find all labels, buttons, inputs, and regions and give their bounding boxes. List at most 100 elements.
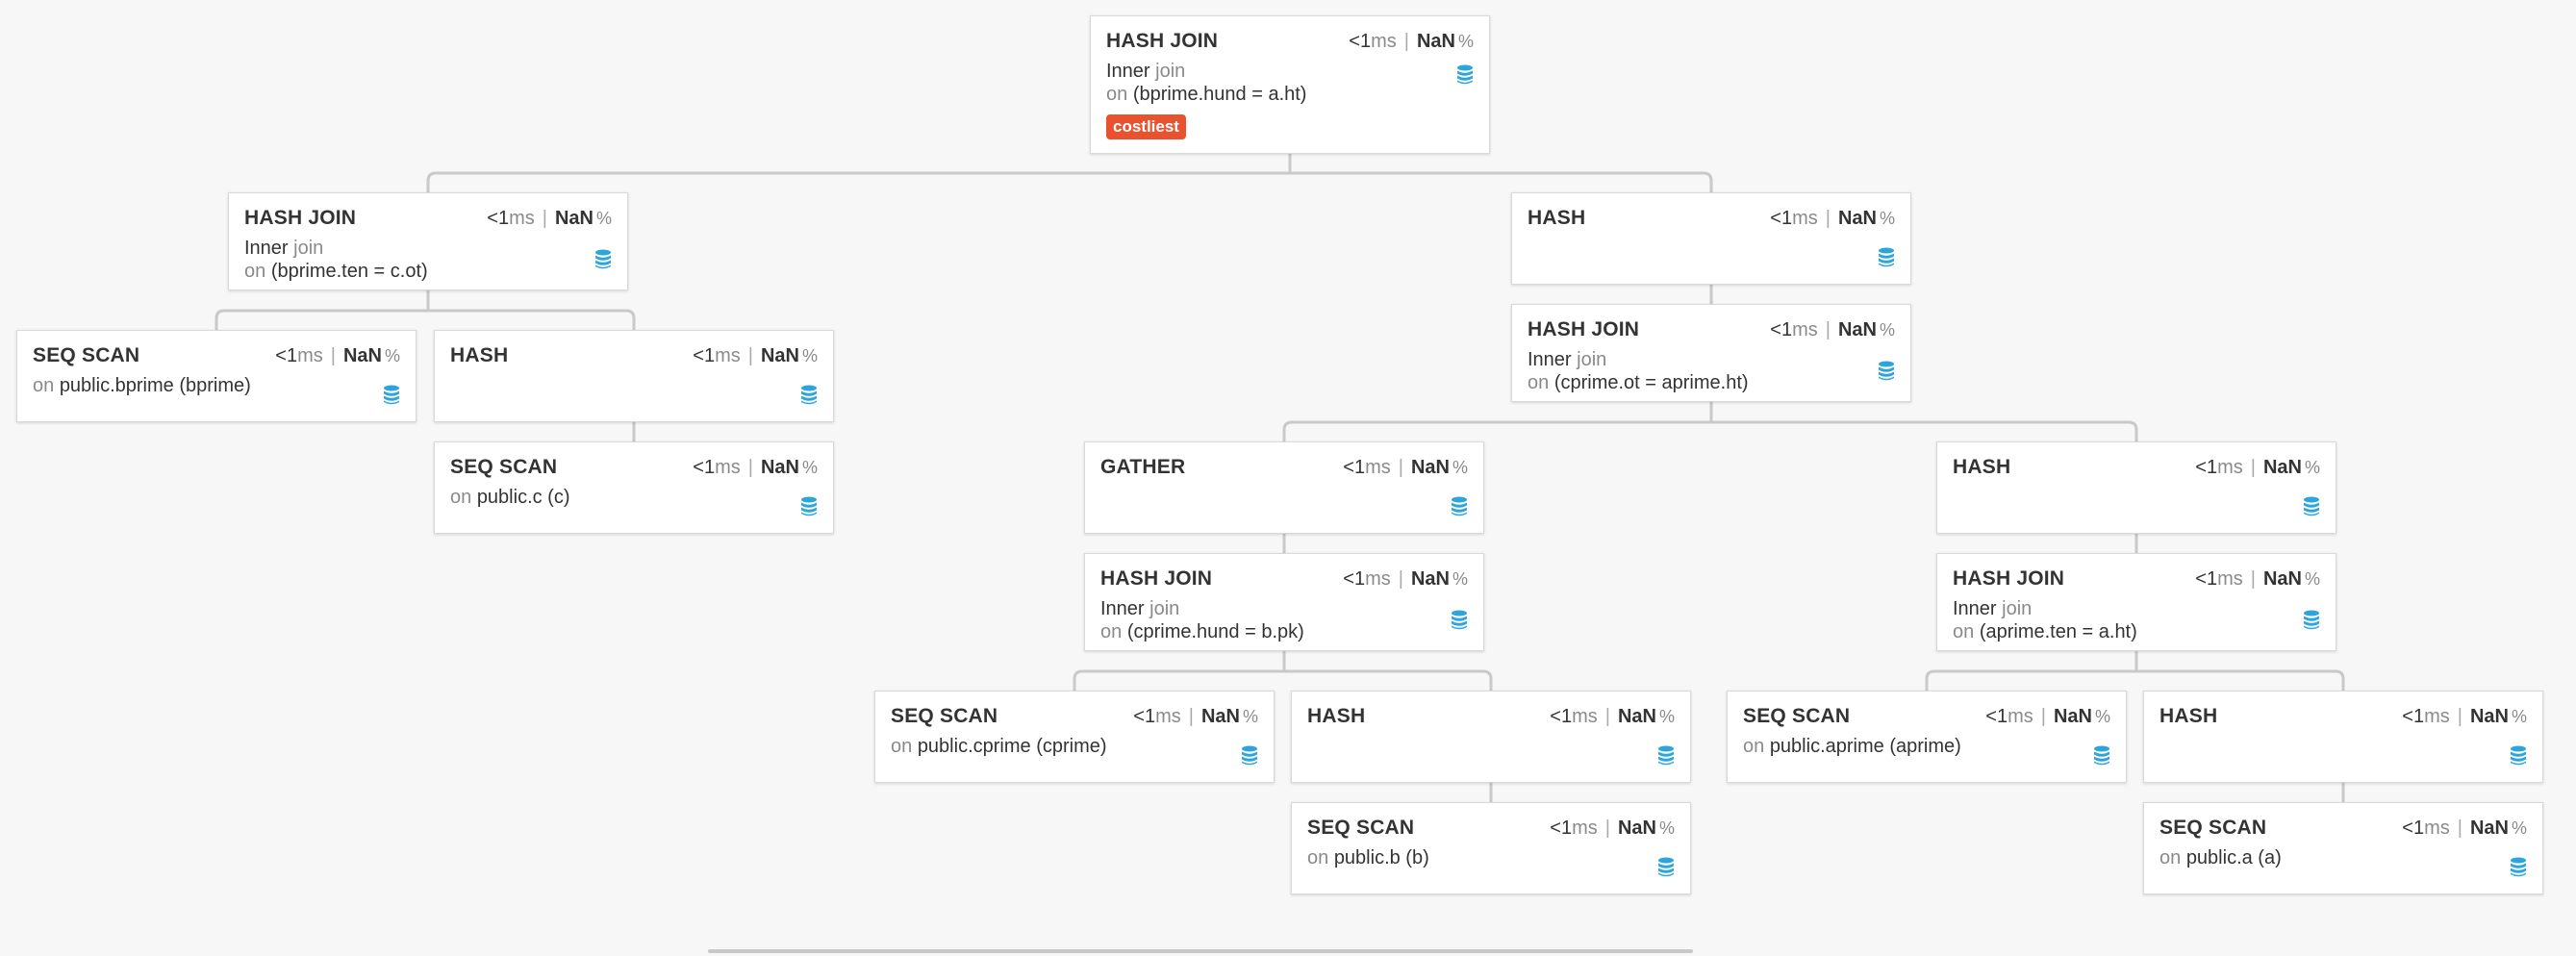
percentage-value: NaN <box>760 345 799 366</box>
database-icon[interactable] <box>2303 610 2320 635</box>
duration-value: <1 <box>693 457 716 478</box>
plan-node-hash-join[interactable]: HASH JOIN <1ms | NaN% Inner join on (bprime.t… <box>228 192 628 290</box>
relation-line: on public.cprime (cprime) <box>891 736 1258 757</box>
percentage-unit: % <box>1457 32 1474 51</box>
metrics-separator: | <box>1398 457 1403 478</box>
database-icon[interactable] <box>383 385 400 410</box>
plan-node-hash-join[interactable]: HASH JOIN <1ms | NaN% Inner join on (cprime.h… <box>1084 553 1484 651</box>
on-word: on <box>2159 847 2182 868</box>
metrics-separator: | <box>1825 319 1831 340</box>
join-type: Inner <box>244 238 289 259</box>
database-icon[interactable] <box>2510 857 2527 882</box>
plan-node-hash[interactable]: HASH <1ms | NaN% <box>1291 691 1691 783</box>
percentage-value: NaN <box>760 457 799 478</box>
join-condition: (bprime.hund = a.ht) <box>1132 84 1307 105</box>
database-icon[interactable] <box>2093 745 2110 770</box>
percentage-unit: % <box>801 346 818 365</box>
database-icon[interactable] <box>1451 610 1468 635</box>
plan-node-hash-join[interactable]: HASH JOIN <1ms | NaN% Inner join on (cprime.o… <box>1511 304 1911 402</box>
relation-name: public.cprime (cprime) <box>917 736 1107 757</box>
edge-connector <box>1282 402 2138 441</box>
database-icon[interactable] <box>1657 857 1675 882</box>
plan-node-hash[interactable]: HASH <1ms | NaN% <box>2143 691 2543 783</box>
metrics-separator: | <box>2457 818 2462 839</box>
plan-node-seq-scan[interactable]: SEQ SCAN <1ms | NaN% on public.a (a) <box>2143 802 2543 894</box>
node-metrics: <1ms | NaN% <box>2195 568 2320 591</box>
costliest-badge: costliest <box>1106 114 1186 139</box>
duration-value: <1 <box>1343 457 1366 478</box>
node-metrics: <1ms | NaN% <box>487 208 612 230</box>
plan-node-seq-scan[interactable]: SEQ SCAN <1ms | NaN% on public.b (b) <box>1291 802 1691 894</box>
percentage-unit: % <box>1452 569 1468 589</box>
database-icon[interactable] <box>1456 64 1474 89</box>
database-icon[interactable] <box>594 249 612 274</box>
on-word: on <box>891 736 913 757</box>
duration-unit: ms <box>715 457 741 478</box>
database-icon[interactable] <box>800 496 818 521</box>
duration-value: <1 <box>275 345 298 366</box>
plan-node-seq-scan[interactable]: SEQ SCAN <1ms | NaN% on public.bprime (bprim… <box>16 330 417 422</box>
percentage-unit: % <box>2511 818 2527 838</box>
metrics-separator: | <box>1398 568 1403 590</box>
plan-node-seq-scan[interactable]: SEQ SCAN <1ms | NaN% on public.aprime (aprim… <box>1727 691 2127 783</box>
metrics-separator: | <box>747 345 753 366</box>
edge-connector <box>426 154 1713 192</box>
database-icon[interactable] <box>1241 745 1258 770</box>
join-type: Inner <box>1953 598 1997 619</box>
database-icon[interactable] <box>1878 247 1895 272</box>
join-condition: (bprime.ten = c.ot) <box>270 261 428 282</box>
node-metrics: <1ms | NaN% <box>1770 319 1895 341</box>
duration-unit: ms <box>1572 818 1598 839</box>
plan-node-hash-join[interactable]: HASH JOIN <1ms | NaN% Inner join on (bprime.h… <box>1090 15 1490 154</box>
percentage-value: NaN <box>2469 706 2509 727</box>
on-word: on <box>1106 84 1128 105</box>
duration-value: <1 <box>1349 31 1372 52</box>
plan-node-hash-join[interactable]: HASH JOIN <1ms | NaN% Inner join on (aprime.t… <box>1936 553 2336 651</box>
plan-node-hash[interactable]: HASH <1ms | NaN% <box>434 330 834 422</box>
metrics-separator: | <box>747 457 753 478</box>
node-header: HASH JOIN <1ms | NaN% <box>1528 318 1895 341</box>
plan-node-hash[interactable]: HASH <1ms | NaN% <box>1511 192 1911 285</box>
node-metrics: <1ms | NaN% <box>2402 706 2527 728</box>
database-icon[interactable] <box>1451 496 1468 521</box>
percentage-value: NaN <box>1200 706 1240 727</box>
on-word: on <box>1953 621 1975 642</box>
duration-value: <1 <box>1985 706 2008 727</box>
plan-tree-canvas[interactable]: HASH JOIN <1ms | NaN% Inner join on (bprime.h… <box>0 0 2576 956</box>
plan-node-hash[interactable]: HASH <1ms | NaN% <box>1936 441 2336 534</box>
percentage-value: NaN <box>1410 457 1450 478</box>
percentage-unit: % <box>1658 818 1675 838</box>
relation-name: public.aprime (aprime) <box>1769 736 1961 757</box>
database-icon[interactable] <box>2510 745 2527 770</box>
duration-value: <1 <box>1133 706 1156 727</box>
node-type: HASH JOIN <box>244 207 357 229</box>
node-type: SEQ SCAN <box>1307 817 1415 839</box>
database-icon[interactable] <box>1657 745 1675 770</box>
duration-unit: ms <box>2008 706 2033 727</box>
percentage-unit: % <box>384 346 400 365</box>
percentage-value: NaN <box>2262 457 2302 478</box>
node-metrics: <1ms | NaN% <box>2195 457 2320 479</box>
node-header: HASH JOIN <1ms | NaN% <box>1106 30 1474 53</box>
relation-line: on public.bprime (bprime) <box>33 375 400 396</box>
duration-unit: ms <box>297 345 323 366</box>
node-metrics: <1ms | NaN% <box>1343 568 1468 591</box>
plan-node-gather[interactable]: GATHER <1ms | NaN% <box>1084 441 1484 534</box>
relation-name: public.c (c) <box>476 487 570 508</box>
node-type: HASH JOIN <box>1106 30 1219 52</box>
node-header: HASH <1ms | NaN% <box>1528 207 1895 230</box>
node-type: HASH <box>1953 456 2011 478</box>
database-icon[interactable] <box>1878 361 1895 386</box>
plan-node-seq-scan[interactable]: SEQ SCAN <1ms | NaN% on public.c (c) <box>434 441 834 534</box>
database-icon[interactable] <box>2303 496 2320 521</box>
duration-unit: ms <box>1792 208 1818 229</box>
metrics-separator: | <box>542 208 547 229</box>
horizontal-scrollbar[interactable] <box>708 949 1693 953</box>
plan-node-seq-scan[interactable]: SEQ SCAN <1ms | NaN% on public.cprime (cprim… <box>874 691 1275 783</box>
percentage-unit: % <box>1452 458 1468 477</box>
node-header: HASH JOIN <1ms | NaN% <box>1953 567 2320 591</box>
database-icon[interactable] <box>800 385 818 410</box>
node-metrics: <1ms | NaN% <box>1550 706 1675 728</box>
node-header: HASH JOIN <1ms | NaN% <box>244 207 612 230</box>
percentage-value: NaN <box>1410 568 1450 590</box>
